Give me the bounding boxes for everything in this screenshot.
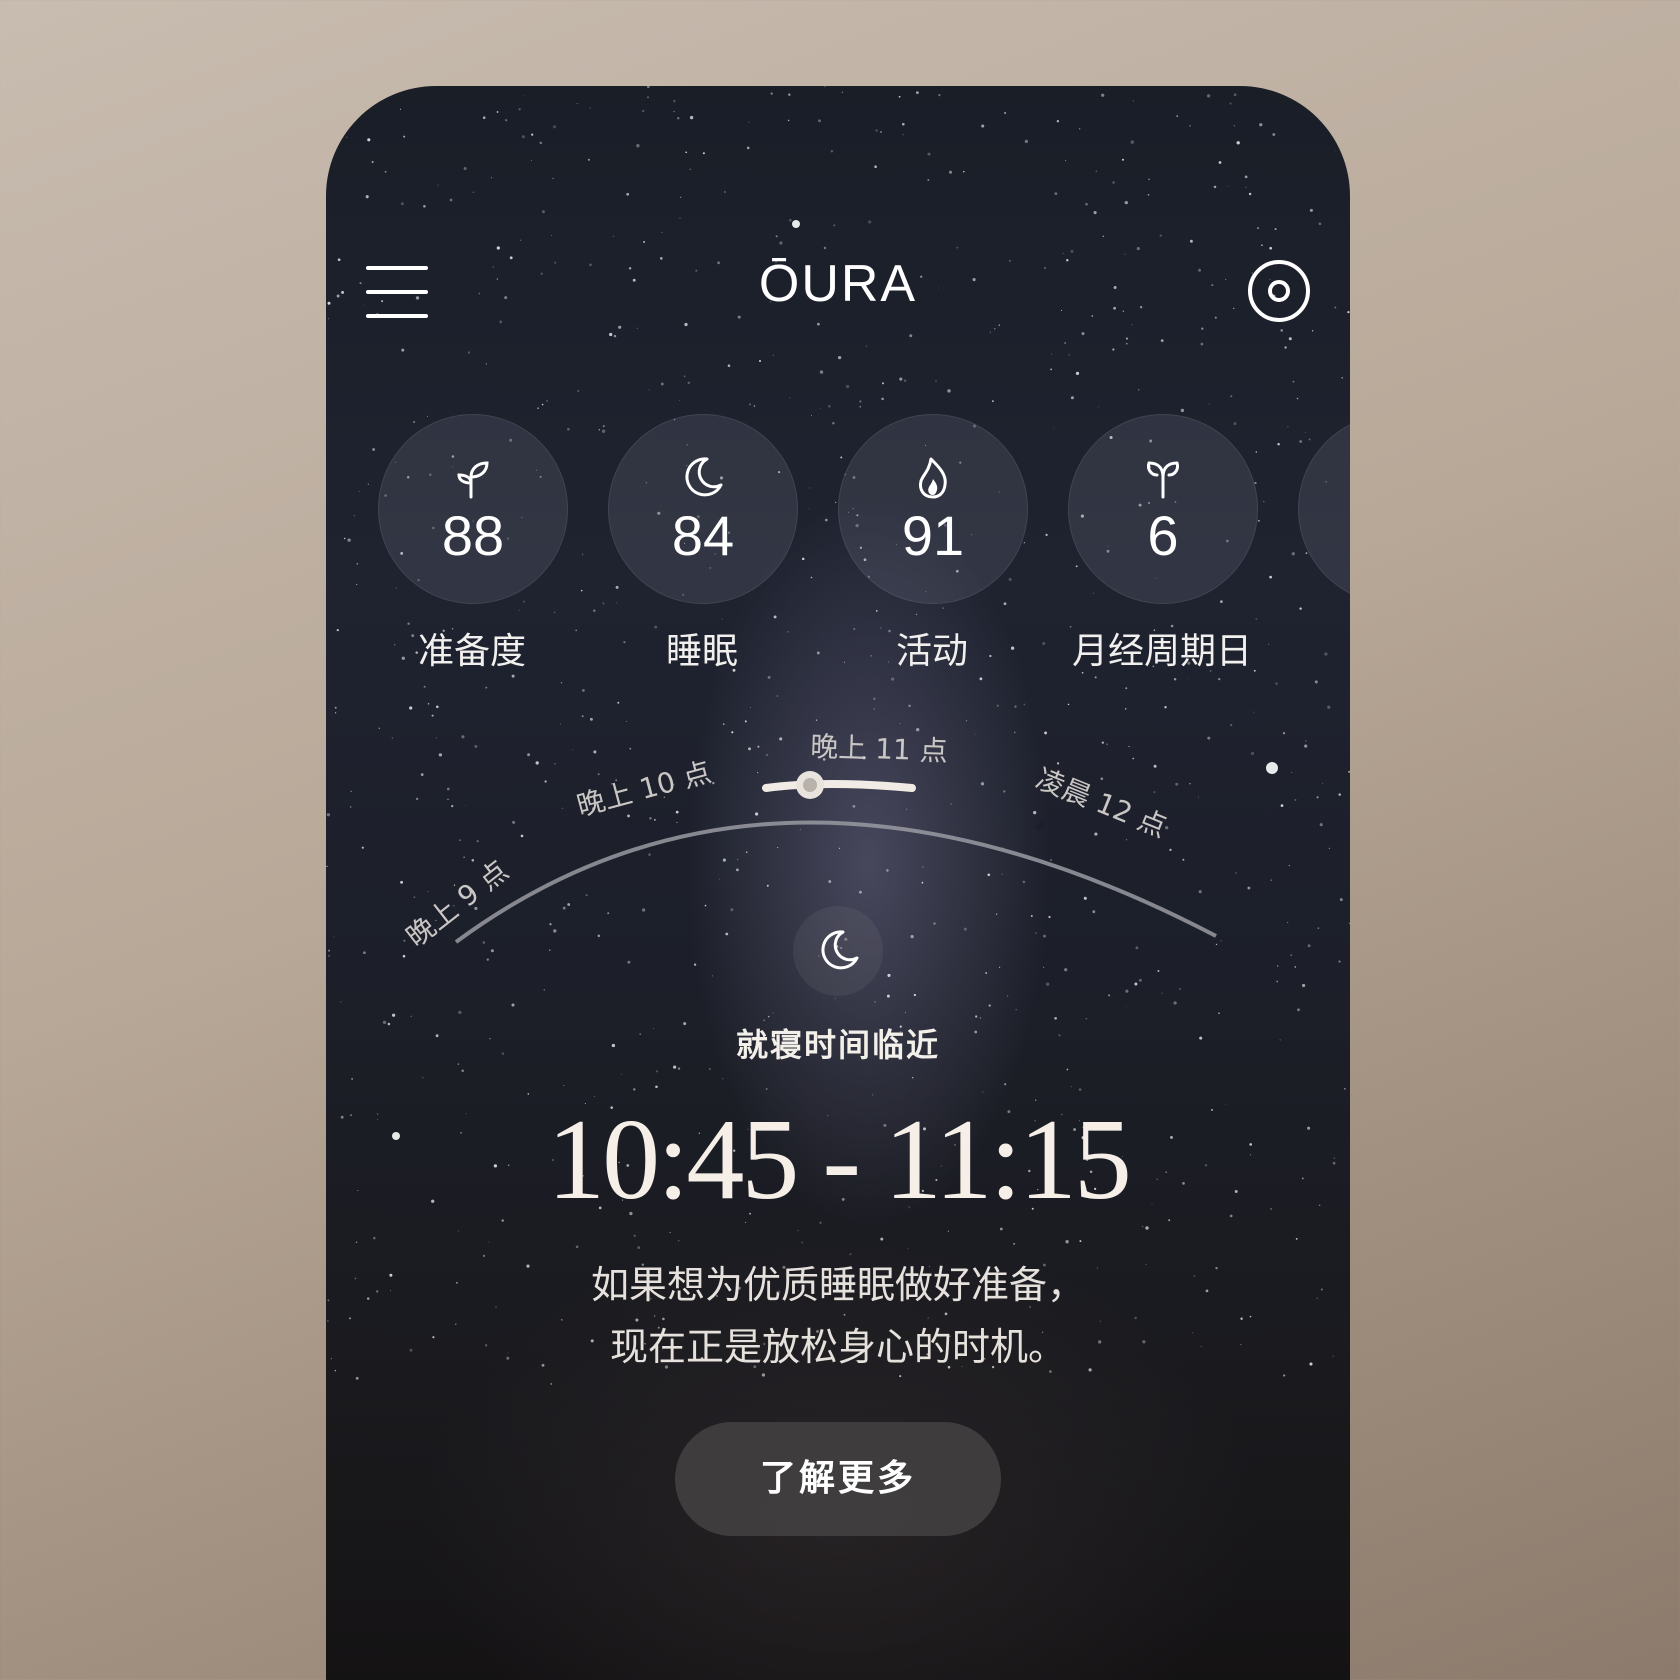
score-sleep[interactable]: 84 睡眠 <box>608 414 798 674</box>
sleep-score: 84 <box>671 504 735 567</box>
cycle-icon <box>1147 461 1179 499</box>
moon-icon <box>685 457 723 497</box>
sprout-icon <box>457 461 489 499</box>
bedtime-desc-line2: 现在正是放松身心的时机。 <box>609 1325 1066 1369</box>
score-carousel[interactable]: 88 准备度 84 睡眠 91 活动 6 月经周期日 <box>378 414 1350 674</box>
score-readiness[interactable]: 88 准备度 <box>378 414 568 674</box>
cycle-day-value: 6 <box>1147 504 1179 567</box>
score-circle <box>1298 414 1350 604</box>
score-cycle-day[interactable]: 6 月经周期日 <box>1068 414 1258 674</box>
moon-icon <box>821 930 859 970</box>
learn-more-button[interactable]: 了解更多 <box>675 1422 1001 1536</box>
oura-logo: ŌURA <box>758 255 918 313</box>
bedtime-title: 就寝时间临近 <box>735 1026 940 1064</box>
phone-screen: ŌURA 88 准备度 84 睡眠 91 活动 6 月经周期日 晚上 9 点 晚… <box>326 86 1350 1680</box>
score-activity[interactable]: 91 活动 <box>838 414 1028 674</box>
cycle-day-label: 月经周期日 <box>1071 631 1252 672</box>
flame-icon <box>919 457 947 499</box>
score-circle: 88 <box>378 414 568 604</box>
bedtime-moon-badge <box>793 906 883 996</box>
bedtime-description: 如果想为优质睡眠做好准备， 现在正是放松身心的时机。 <box>326 1254 1350 1378</box>
top-bar: ŌURA <box>326 86 1350 322</box>
score-circle: 91 <box>838 414 1028 604</box>
ring-icon[interactable] <box>1248 260 1310 322</box>
score-circle: 84 <box>608 414 798 604</box>
bedtime-desc-line1: 如果想为优质睡眠做好准备， <box>590 1263 1085 1307</box>
score-next[interactable] <box>1298 414 1350 604</box>
readiness-label: 准备度 <box>417 631 526 672</box>
sleep-label: 睡眠 <box>665 631 738 672</box>
activity-label: 活动 <box>895 631 968 672</box>
activity-score: 91 <box>901 504 965 567</box>
bedtime-window: 10:45 - 11:15 <box>547 1096 1132 1224</box>
score-circle: 6 <box>1068 414 1258 604</box>
readiness-score: 88 <box>441 504 505 567</box>
